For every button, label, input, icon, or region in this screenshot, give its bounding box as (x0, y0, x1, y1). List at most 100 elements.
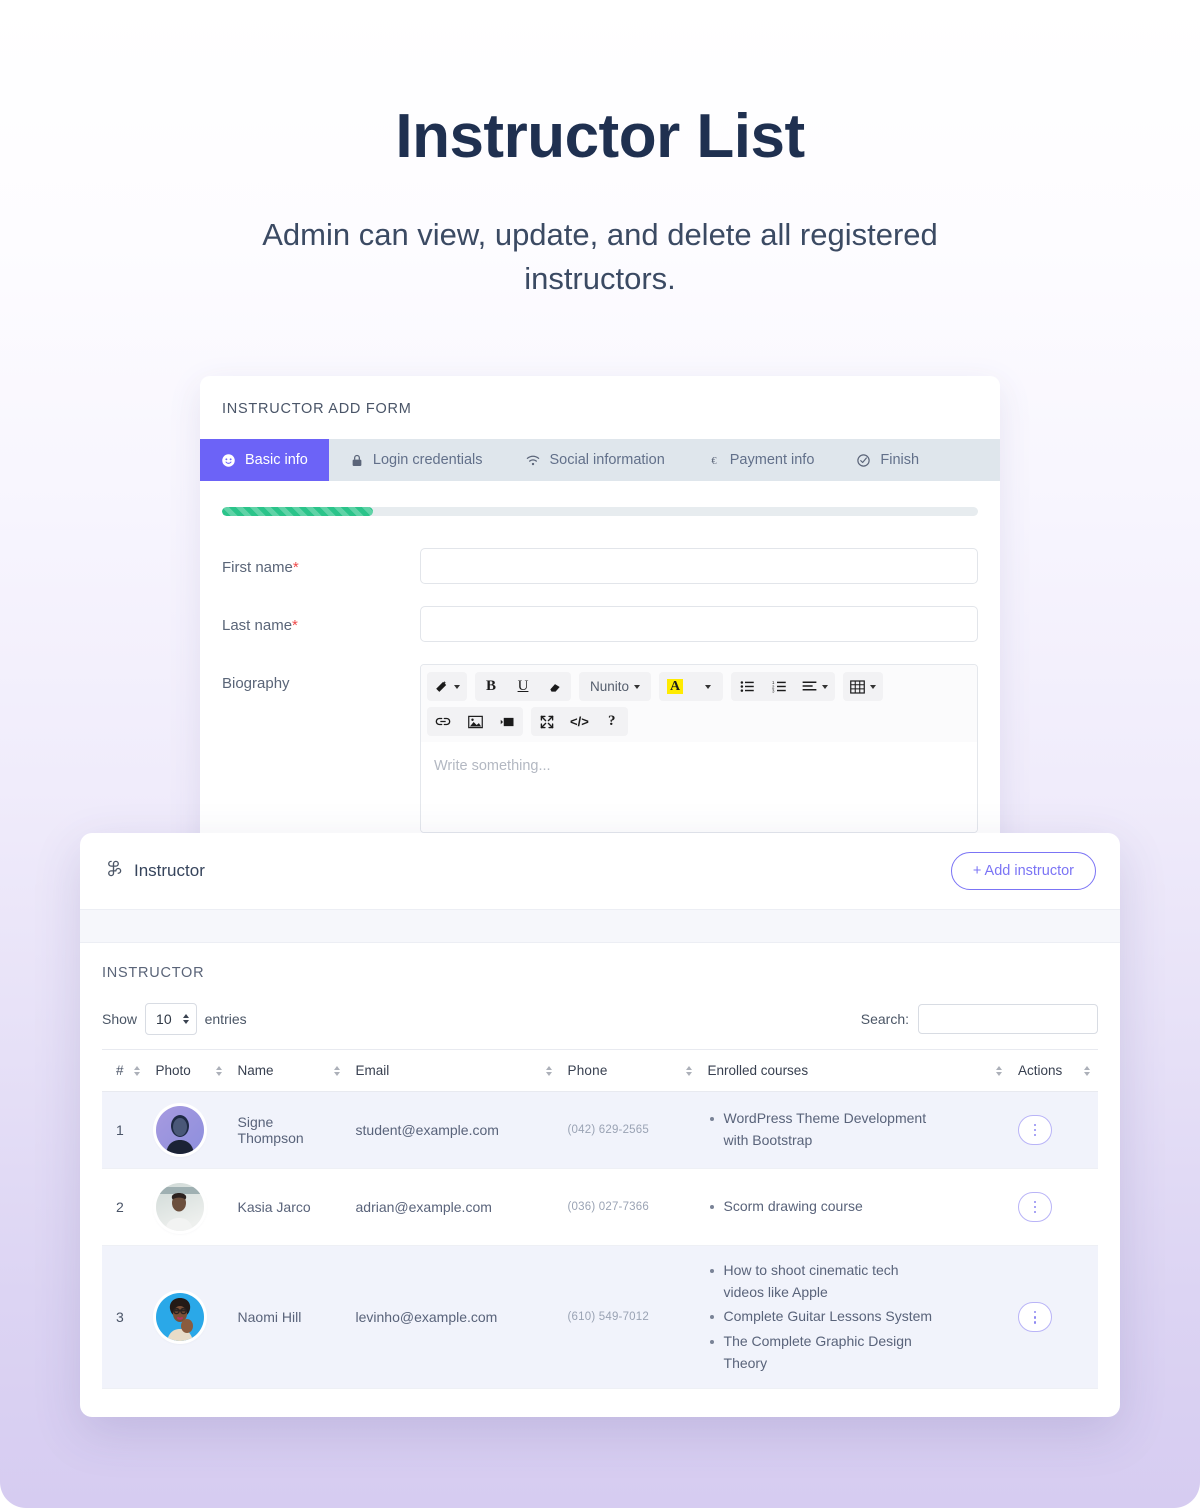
spinner-arrows-icon (182, 1014, 189, 1024)
row-name: Kasia Jarco (229, 1168, 348, 1246)
show-entries-control: Show 10 entries (102, 1003, 247, 1035)
tab-login-credentials[interactable]: Login credentials (329, 439, 504, 481)
column-header-index[interactable]: # (102, 1049, 148, 1092)
first-name-input[interactable] (420, 548, 978, 584)
chevron-down-icon (870, 684, 877, 689)
unordered-list-icon[interactable] (731, 672, 763, 701)
smiley-circle-icon (221, 453, 236, 468)
table-row[interactable]: 2 Kasia Jarco adrian@example.com (036) 0… (102, 1168, 1098, 1246)
search-control: Search: (861, 1004, 1098, 1034)
biography-editor: B U Nunito A 1 2 3 </> ? Write something… (420, 664, 978, 833)
column-header-actions[interactable]: Actions (1010, 1049, 1098, 1092)
sort-icon (133, 1065, 140, 1076)
avatar-naomi-hill (155, 1293, 204, 1342)
help-icon[interactable]: ? (596, 707, 628, 736)
row-actions-menu-button[interactable] (1018, 1192, 1052, 1222)
entries-label: entries (204, 1011, 247, 1027)
last-name-input[interactable] (420, 606, 978, 642)
row-actions (1010, 1091, 1098, 1169)
courses-list: How to shoot cinematic tech videos like … (708, 1260, 1002, 1374)
underline-icon[interactable]: U (507, 672, 539, 701)
table-icon[interactable] (843, 672, 883, 701)
text-color-caret-icon[interactable] (691, 672, 723, 701)
fullscreen-icon[interactable] (531, 707, 563, 736)
font-name-selector[interactable]: Nunito (579, 672, 651, 701)
column-header-photo[interactable]: Photo (147, 1049, 230, 1092)
course-item: Scorm drawing course (708, 1196, 943, 1218)
toolbar-group-format: B U (475, 672, 571, 701)
biography-label: Biography (222, 675, 290, 692)
column-header-phone[interactable]: Phone (559, 1049, 700, 1092)
entries-select[interactable]: 10 (145, 1003, 197, 1035)
instructor-list-card: Instructor + Add instructor INSTRUCTOR S… (80, 833, 1120, 1418)
field-biography: Biography B U Nunito A 1 2 3 </> ? Write… (222, 664, 978, 833)
toolbar-group-font: Nunito (579, 672, 652, 701)
form-body: First name* Last name* Biography B U Nun… (200, 481, 1000, 833)
field-last-name: Last name* (222, 606, 978, 642)
toolbar-group-insert (427, 707, 523, 736)
video-icon[interactable] (491, 707, 523, 736)
toolbar-group-color: A (659, 672, 724, 701)
euro-icon: € (707, 453, 721, 468)
eraser-icon[interactable] (539, 672, 571, 701)
column-header-actions-label: Actions (1018, 1063, 1063, 1078)
code-view-icon[interactable]: </> (563, 707, 596, 736)
magic-wand-icon[interactable] (427, 672, 467, 701)
dot-icon (1033, 1210, 1037, 1214)
check-circle-icon (856, 453, 871, 468)
chevron-down-icon (822, 684, 829, 689)
tab-finish[interactable]: Finish (835, 439, 940, 481)
dot-icon (1033, 1310, 1037, 1314)
link-icon[interactable] (427, 707, 459, 736)
table-header-row: # Photo Name Email Phone Enrolled course… (102, 1049, 1098, 1092)
dot-icon (1033, 1205, 1037, 1209)
search-input[interactable] (918, 1004, 1098, 1034)
panel-title: INSTRUCTOR (102, 965, 205, 981)
show-label: Show (102, 1011, 138, 1027)
sort-icon (545, 1065, 552, 1076)
column-header-email[interactable]: Email (347, 1049, 560, 1092)
course-item: How to shoot cinematic tech videos like … (708, 1260, 943, 1303)
first-name-label-text: First name (222, 559, 293, 576)
tab-basic-info[interactable]: Basic info (200, 439, 329, 481)
instructor-table-panel: INSTRUCTOR Show 10 entries Search: # Pho… (80, 943, 1120, 1417)
field-first-name: First name* (222, 548, 978, 584)
tab-payment-info-label: Payment info (729, 452, 815, 468)
row-enrolled-courses: How to shoot cinematic tech videos like … (699, 1245, 1010, 1390)
column-header-index-label: # (116, 1063, 124, 1078)
tab-payment-info[interactable]: € Payment info (686, 439, 836, 481)
sort-icon (996, 1065, 1002, 1076)
table-row[interactable]: 1 Signe Thompson student@example.com (04… (102, 1091, 1098, 1169)
avatar-signe-thompson (155, 1106, 204, 1154)
dot-icon (1033, 1133, 1037, 1137)
column-header-name[interactable]: Name (229, 1049, 348, 1092)
add-instructor-button[interactable]: + Add instructor (950, 852, 1096, 890)
toolbar-group-lists: 123 (731, 672, 836, 701)
list-card-title: Instructor (134, 861, 205, 880)
toolbar-group-view: </> ? (531, 707, 628, 736)
wifi-icon (525, 453, 541, 468)
biography-editor-area[interactable]: Write something... (421, 742, 977, 832)
table-row[interactable]: 3 Naomi Hill levinho@example.com (610) 5… (102, 1245, 1098, 1390)
picture-icon[interactable] (459, 707, 491, 736)
column-header-enrolled-courses[interactable]: Enrolled courses (699, 1049, 1010, 1092)
row-phone: (036) 027-7366 (559, 1168, 700, 1246)
row-name: Naomi Hill (229, 1245, 348, 1390)
ordered-list-icon[interactable]: 123 (763, 672, 795, 701)
courses-list: Scorm drawing course (708, 1196, 1002, 1218)
page-root: Instructor List Admin can view, update, … (0, 0, 1200, 1508)
text-color-icon[interactable]: A (659, 672, 691, 701)
row-actions-menu-button[interactable] (1018, 1302, 1052, 1333)
row-actions-menu-button[interactable] (1018, 1115, 1052, 1145)
row-enrolled-courses: WordPress Theme Development with Bootstr… (699, 1091, 1010, 1169)
svg-text:€: € (711, 456, 717, 467)
tab-social-information[interactable]: Social information (504, 439, 686, 481)
paragraph-align-icon[interactable] (795, 672, 835, 701)
dot-icon (1033, 1123, 1037, 1127)
dot-icon (1033, 1321, 1037, 1324)
editor-toolbar: B U Nunito A 1 2 3 </> ? (421, 665, 977, 742)
row-photo (147, 1168, 230, 1246)
chevron-down-icon (454, 684, 460, 689)
bold-icon[interactable]: B (475, 672, 507, 701)
tab-finish-label: Finish (880, 452, 920, 468)
